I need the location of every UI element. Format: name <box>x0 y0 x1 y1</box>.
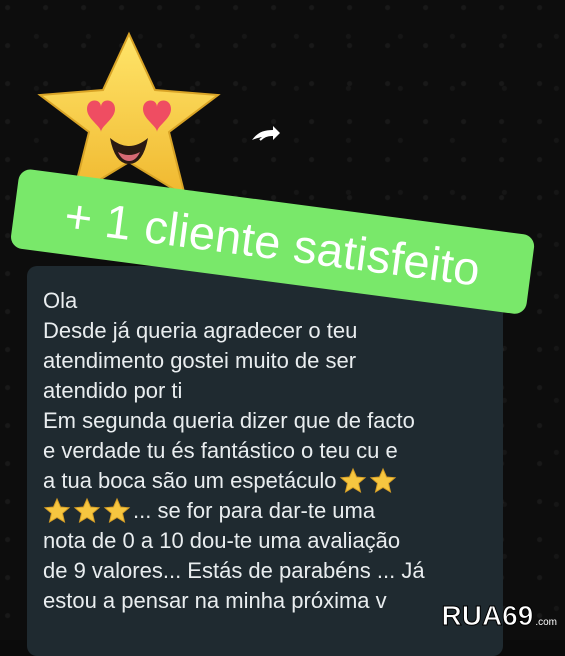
watermark: RUA69 .com <box>441 600 557 631</box>
message-line: de 9 valores... Estás de parabéns ... Já <box>43 558 425 583</box>
star-icon <box>339 467 366 494</box>
watermark-domain: .com <box>535 617 557 628</box>
star-icon <box>73 497 101 524</box>
message-line: estou a pensar na minha próxima v <box>43 588 387 613</box>
message-line-with-stars: a tua boca são um espetáculo <box>43 466 489 496</box>
message-text: ... se for para dar-te uma <box>133 498 376 523</box>
message-line: Desde já queria agradecer o teu <box>43 318 358 343</box>
message-line: Em segunda queria dizer que de facto <box>43 408 415 433</box>
message-text: a tua boca são um espetáculo <box>43 468 337 493</box>
star-icon <box>103 497 131 524</box>
message-line: atendimento gostei muito de ser <box>43 348 357 373</box>
message-line: e verdade tu és fantástico o teu cu e <box>43 438 398 463</box>
message-line: atendido por ti <box>43 378 183 403</box>
star-icon <box>369 467 396 494</box>
forward-icon[interactable] <box>250 122 284 150</box>
star-icon <box>43 497 71 524</box>
message-line: nota de 0 a 10 dou-te uma avaliação <box>43 528 401 553</box>
message-line-with-stars: ... se for para dar-te uma <box>43 496 489 526</box>
message-bubble: Ola Desde já queria agradecer o teu aten… <box>27 266 503 656</box>
watermark-brand: RUA69 <box>441 600 534 631</box>
